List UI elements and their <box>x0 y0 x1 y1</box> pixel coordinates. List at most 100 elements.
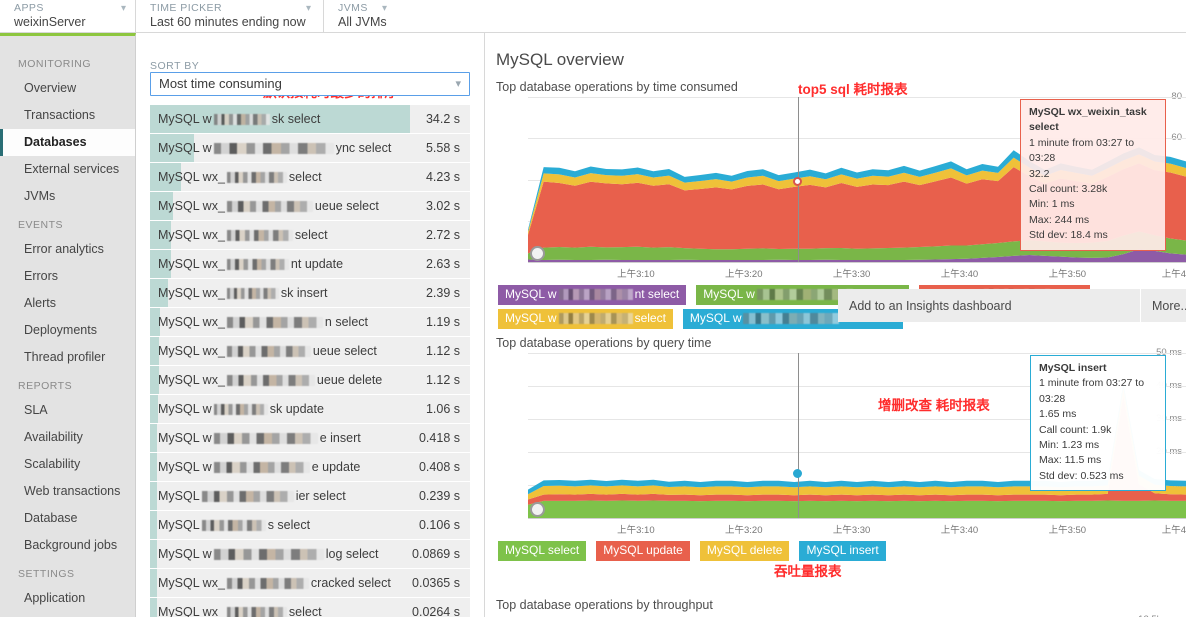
operation-value: 5.58 s <box>426 141 470 155</box>
operation-name-suffix: log select <box>326 547 379 561</box>
redacted-text-icon <box>227 201 313 212</box>
operation-name: MySQL wx_ select <box>150 605 412 617</box>
sidebar-item-errors[interactable]: Errors <box>0 263 135 290</box>
table-row[interactable]: MySQL wx_ ueue delete1.12 s <box>150 366 470 394</box>
operation-name-prefix: MySQL w <box>158 402 212 416</box>
table-row[interactable]: MySQL w ync select5.58 s <box>150 134 470 162</box>
legend-item[interactable]: MySQL select <box>498 541 586 561</box>
sidebar-item-error-analytics[interactable]: Error analytics <box>0 236 135 263</box>
x-axis-tick: 上午3:40 <box>941 522 979 536</box>
operation-name: MySQL wx_ nt update <box>150 257 426 271</box>
sort-by-select[interactable]: Most time consuming ▾ <box>150 72 470 96</box>
sidebar-item-overview[interactable]: Overview <box>0 75 135 102</box>
operation-name: MySQL w e update <box>150 460 419 474</box>
table-row[interactable]: MySQL wx_ nt update2.63 s <box>150 250 470 278</box>
sidebar-item-availability[interactable]: Availability <box>0 424 135 451</box>
range-handle[interactable] <box>530 246 545 261</box>
sidebar-item-thread-profiler[interactable]: Thread profiler <box>0 344 135 371</box>
table-row[interactable]: MySQL wx_ select0.0264 s <box>150 598 470 617</box>
jvms-selector[interactable]: JVMS All JVMs ▾ <box>324 0 444 33</box>
redacted-text-icon <box>559 313 633 324</box>
legend-label: MySQL insert <box>806 543 878 558</box>
operation-name-suffix: sk insert <box>281 286 328 300</box>
sidebar-item-availability-monito-ring[interactable]: Availability monito ring <box>0 612 135 617</box>
table-row[interactable]: MySQL wx_ cracked select0.0365 s <box>150 569 470 597</box>
operation-value: 0.0365 s <box>412 576 470 590</box>
x-axis-line <box>528 262 1186 263</box>
x-axis-tick: 上午3:30 <box>833 522 871 536</box>
legend-label-prefix: MySQL w <box>505 287 557 302</box>
table-row[interactable]: MySQL w e update0.408 s <box>150 453 470 481</box>
sidebar-item-databases[interactable]: Databases <box>0 129 136 156</box>
operation-name: MySQL wx_ sk insert <box>150 286 426 300</box>
tooltip-line: Std dev: 18.4 ms <box>1029 228 1157 243</box>
table-row[interactable]: MySQL wx_ select2.72 s <box>150 221 470 249</box>
sidebar-item-transactions[interactable]: Transactions <box>0 102 135 129</box>
add-to-insights-dashboard-button[interactable]: Add to an Insights dashboard <box>838 289 1140 322</box>
operation-value: 0.106 s <box>419 518 470 532</box>
legend-item[interactable]: MySQL insert <box>799 541 885 561</box>
sidebar-item-background-jobs[interactable]: Background jobs <box>0 532 135 559</box>
chart-1-plot[interactable]: 20406080上午3:10上午3:20上午3:30上午3:40上午3:50上午… <box>486 97 1186 284</box>
data-point-marker <box>793 469 802 478</box>
sidebar-item-scalability[interactable]: Scalability <box>0 451 135 478</box>
legend-label-prefix: MySQL w <box>505 311 557 326</box>
legend-item[interactable]: MySQL delete <box>700 541 790 561</box>
operation-name-prefix: MySQL wx_ <box>158 373 225 387</box>
more-button[interactable]: More... <box>1140 289 1186 322</box>
sidebar-item-application[interactable]: Application <box>0 585 135 612</box>
operation-value: 4.23 s <box>426 170 470 184</box>
table-row[interactable]: MySQL w sk select34.2 s <box>150 105 470 133</box>
operation-name-suffix: ueue select <box>315 199 379 213</box>
operation-name-prefix: MySQL w <box>158 460 212 474</box>
tooltip-line: 32.2 <box>1029 167 1157 182</box>
table-row[interactable]: MySQL wx_ select4.23 s <box>150 163 470 191</box>
sidebar-item-sla[interactable]: SLA <box>0 397 135 424</box>
redacted-text-icon <box>202 520 266 531</box>
table-row[interactable]: MySQL wx_ sk insert2.39 s <box>150 279 470 307</box>
x-axis-tick: 上午3:40 <box>941 266 979 280</box>
operation-name-prefix: MySQL wx_ <box>158 199 225 213</box>
sidebar-item-alerts[interactable]: Alerts <box>0 290 135 317</box>
time-picker-selector[interactable]: TIME PICKER Last 60 minutes ending now ▾ <box>136 0 324 33</box>
sidebar-item-web-transactions[interactable]: Web transactions <box>0 478 135 505</box>
table-row[interactable]: MySQL s select0.106 s <box>150 511 470 539</box>
operation-value: 1.19 s <box>426 315 470 329</box>
legend-item[interactable]: MySQL w nt select <box>498 285 686 305</box>
legend-label-suffix: nt select <box>635 287 680 302</box>
apps-selector[interactable]: APPS weixinServer ▾ <box>0 0 136 33</box>
annotation-throughput: 吞吐量报表 <box>774 560 842 580</box>
sidebar-item-database[interactable]: Database <box>0 505 135 532</box>
table-row[interactable]: MySQL w log select0.0869 s <box>150 540 470 568</box>
redacted-text-icon <box>227 317 323 328</box>
table-row[interactable]: MySQL wx_ ueue select3.02 s <box>150 192 470 220</box>
table-row[interactable]: MySQL ier select0.239 s <box>150 482 470 510</box>
redacted-text-icon <box>227 288 279 299</box>
operation-name-suffix: sk update <box>270 402 324 416</box>
legend-item[interactable]: MySQL update <box>596 541 690 561</box>
x-axis-tick: 上午4: <box>1162 522 1186 536</box>
operation-name: MySQL w ync select <box>150 141 426 155</box>
redacted-text-icon <box>743 313 839 324</box>
sidebar-item-deployments[interactable]: Deployments <box>0 317 135 344</box>
legend-item[interactable]: MySQL w select <box>498 309 673 329</box>
table-row[interactable]: MySQL wx_ ueue select1.12 s <box>150 337 470 365</box>
chart-2-plot[interactable]: 10 ms20 ms30 ms40 ms50 ms上午3:10上午3:20上午3… <box>486 353 1186 540</box>
redacted-text-icon <box>214 462 310 473</box>
x-axis-tick: 上午3:20 <box>725 522 763 536</box>
operation-name-suffix: cracked select <box>311 576 391 590</box>
redacted-text-icon <box>214 143 334 154</box>
chart-tooltip: MySQL insert1 minute from 03:27 to 03:28… <box>1030 355 1166 491</box>
sidebar-item-external-services[interactable]: External services <box>0 156 135 183</box>
operation-name-prefix: MySQL wx_ <box>158 257 225 271</box>
legend-label: MySQL delete <box>707 543 783 558</box>
table-row[interactable]: MySQL w e insert0.418 s <box>150 424 470 452</box>
chevron-down-icon: ▾ <box>121 4 126 14</box>
chevron-down-icon: ▾ <box>382 4 387 14</box>
redacted-text-icon <box>214 114 270 125</box>
sidebar-item-jvms[interactable]: JVMs <box>0 183 135 210</box>
range-handle[interactable] <box>530 502 545 517</box>
table-row[interactable]: MySQL w sk update1.06 s <box>150 395 470 423</box>
operation-name-suffix: ueue delete <box>317 373 382 387</box>
table-row[interactable]: MySQL wx_ n select1.19 s <box>150 308 470 336</box>
